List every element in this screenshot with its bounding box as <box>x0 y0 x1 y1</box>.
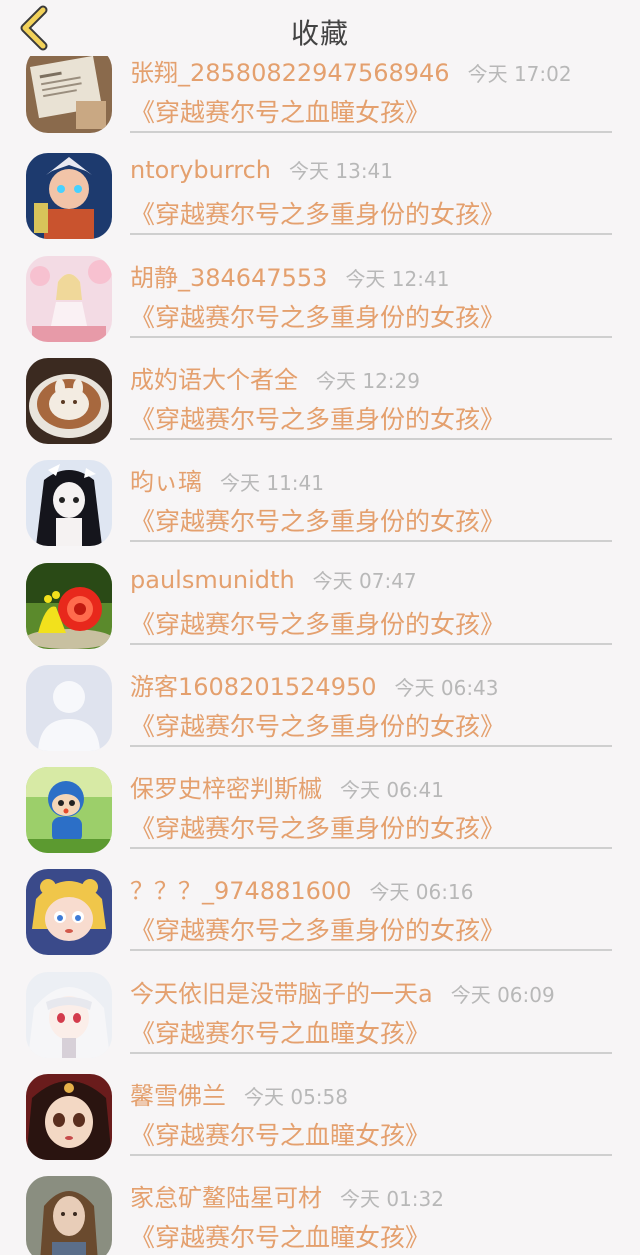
favorite-row[interactable]: 成妁语大个者全 今天 12:29 《穿越赛尔号之多重身份的女孩》 <box>0 357 640 462</box>
nav-bar: 收藏 <box>0 0 640 56</box>
row-divider <box>130 847 612 850</box>
row-divider <box>130 131 612 133</box>
favorite-meta: 今天依旧是没带脑子的一天a 今天 06:09 <box>130 974 555 1014</box>
timestamp: 今天 06:43 <box>394 675 499 700</box>
timestamp: 今天 07:47 <box>312 568 417 593</box>
page-title: 收藏 <box>290 17 349 50</box>
book-title[interactable]: 《穿越赛尔号之多重身份的女孩》 <box>130 809 505 845</box>
favorite-meta: 张翔_285808229475689​46 今天 17:02 <box>130 53 572 93</box>
book-title[interactable]: 《穿越赛尔号之多重身份的女孩》 <box>130 502 505 538</box>
favorite-row[interactable]: 游客1608201524950 今天 06:43 《穿越赛尔号之多重身份的女孩》 <box>0 664 640 769</box>
book-title[interactable]: 《穿越赛尔号之多重身份的女孩》 <box>130 911 505 947</box>
favorite-row[interactable]: 昀ぃ璃 今天 11:41 《穿越赛尔号之多重身份的女孩》 <box>0 460 640 564</box>
username[interactable]: paulsmunidth <box>130 566 295 594</box>
favorite-meta: 成妁语大个者全 今天 12:29 <box>130 360 420 400</box>
favorite-meta: 胡静_384647553 今天 12:41 <box>130 258 449 298</box>
username[interactable]: ？？？_974881600 <box>130 877 351 905</box>
cartoon-princess-avatar[interactable] <box>26 869 112 956</box>
row-divider <box>130 540 612 543</box>
row-divider <box>130 1154 612 1156</box>
book-title[interactable]: 《穿越赛尔号之血瞳女孩》 <box>130 1116 430 1152</box>
pocoyo-avatar[interactable] <box>26 767 112 854</box>
username[interactable]: 成妁语大个者全 <box>130 366 298 394</box>
timestamp: 今天 06:09 <box>450 982 555 1007</box>
newspaper-avatar[interactable] <box>26 47 112 133</box>
favorite-meta: 家怠矿鳌陆星可材 今天 01:32 <box>130 1178 444 1218</box>
timestamp: 今天 01:32 <box>340 1187 444 1212</box>
username[interactable]: 胡静_384647553 <box>130 264 327 292</box>
book-title[interactable]: 《穿越赛尔号之多重身份的女孩》 <box>130 707 505 743</box>
latte-art-avatar[interactable] <box>26 357 112 444</box>
timestamp: 今天 06:16 <box>369 880 474 905</box>
row-divider <box>130 949 612 952</box>
username[interactable]: 保罗史梓密判斯槭 <box>130 775 322 803</box>
favorite-meta: 游客1608201524950 今天 06:43 <box>130 667 499 707</box>
row-divider <box>130 744 612 747</box>
timestamp: 今天 13:41 <box>289 159 394 184</box>
favorite-row[interactable]: paulsmunidth 今天 07:47 《穿越赛尔号之多重身份的女孩》 <box>0 562 640 667</box>
favorite-row[interactable]: 胡静_384647553 今天 12:41 《穿越赛尔号之多重身份的女孩》 <box>0 255 640 360</box>
timestamp: 今天 12:29 <box>316 368 420 393</box>
book-title[interactable]: 《穿越赛尔号之血瞳女孩》 <box>130 1014 430 1050</box>
favorite-row[interactable]: ？？？_974881600 今天 06:16 《穿越赛尔号之多重身份的女孩》 <box>0 869 640 973</box>
username[interactable]: 张翔_285808229475689​46 <box>130 59 450 87</box>
username[interactable]: 家怠矿鳌陆星可材 <box>130 1184 322 1212</box>
favorite-meta: 馨雪佛兰 今天 05:58 <box>130 1076 348 1116</box>
favorite-meta: ntoryburrch 今天 13:41 <box>130 155 393 195</box>
doll-girl-avatar[interactable] <box>26 1074 112 1160</box>
book-title[interactable]: 《穿越赛尔号之多重身份的女孩》 <box>130 298 505 334</box>
timestamp: 今天 12:41 <box>345 266 450 291</box>
timestamp: 今天 11:41 <box>220 471 324 496</box>
favorites-page: 张翔_285808229475689​46 今天 17:02 《穿越赛尔号之血瞳女孩… <box>0 0 640 1255</box>
book-title[interactable]: 《穿越赛尔号之血瞳女孩》 <box>130 1218 430 1254</box>
favorite-meta: 昀ぃ璃 今天 11:41 <box>130 462 324 502</box>
username[interactable]: 今天依旧是没带脑子的一天a <box>130 980 433 1008</box>
username[interactable]: 昀ぃ璃 <box>130 468 202 496</box>
timestamp: 今天 06:41 <box>340 778 444 803</box>
username[interactable]: ntoryburrch <box>130 156 271 184</box>
favorite-row[interactable]: 保罗史梓密判斯槭 今天 06:41 《穿越赛尔号之多重身份的女孩》 <box>0 767 640 871</box>
real-girl-avatar[interactable] <box>26 1176 112 1255</box>
favorite-row[interactable]: 馨雪佛兰 今天 05:58 《穿越赛尔号之血瞳女孩》 <box>0 1074 640 1178</box>
favorite-row[interactable]: 张翔_285808229475689​46 今天 17:02 《穿越赛尔号之血瞳女孩… <box>0 47 640 155</box>
snail-avatar[interactable] <box>26 562 112 649</box>
anime-girl-dark-avatar[interactable] <box>26 460 112 547</box>
favorite-meta: paulsmunidth 今天 07:47 <box>130 565 417 605</box>
favorite-row[interactable]: ntoryburrch 今天 13:41 《穿越赛尔号之多重身份的女孩》 <box>0 153 640 257</box>
row-divider <box>130 437 612 440</box>
anime-girl-pink-avatar[interactable] <box>26 255 112 342</box>
favorite-meta: 保罗史梓密判斯槭 今天 06:41 <box>130 769 444 809</box>
favorite-meta: ？？？_974881600 今天 06:16 <box>130 871 473 911</box>
row-divider <box>130 335 612 338</box>
warrior-avatar[interactable] <box>26 153 112 240</box>
row-divider <box>130 642 612 645</box>
book-title[interactable]: 《穿越赛尔号之血瞳女孩》 <box>130 93 430 129</box>
row-divider <box>130 1051 612 1054</box>
book-title[interactable]: 《穿越赛尔号之多重身份的女孩》 <box>130 195 505 231</box>
book-title[interactable]: 《穿越赛尔号之多重身份的女孩》 <box>130 400 505 436</box>
timestamp: 今天 17:02 <box>467 62 572 86</box>
book-title[interactable]: 《穿越赛尔号之多重身份的女孩》 <box>130 605 505 641</box>
favorite-row[interactable]: 家怠矿鳌陆星可材 今天 01:32 《穿越赛尔号之血瞳女孩》 <box>0 1176 640 1255</box>
favorite-row[interactable]: 今天依旧是没带脑子的一天a 今天 06:09 《穿越赛尔号之血瞳女孩》 <box>0 971 640 1076</box>
white-hair-girl-avatar[interactable] <box>26 971 112 1058</box>
username[interactable]: 游客1608201524950 <box>130 673 377 701</box>
row-divider <box>130 233 612 236</box>
default-person-avatar[interactable] <box>26 664 112 751</box>
timestamp: 今天 05:58 <box>244 1085 348 1109</box>
username[interactable]: 馨雪佛兰 <box>130 1082 226 1110</box>
